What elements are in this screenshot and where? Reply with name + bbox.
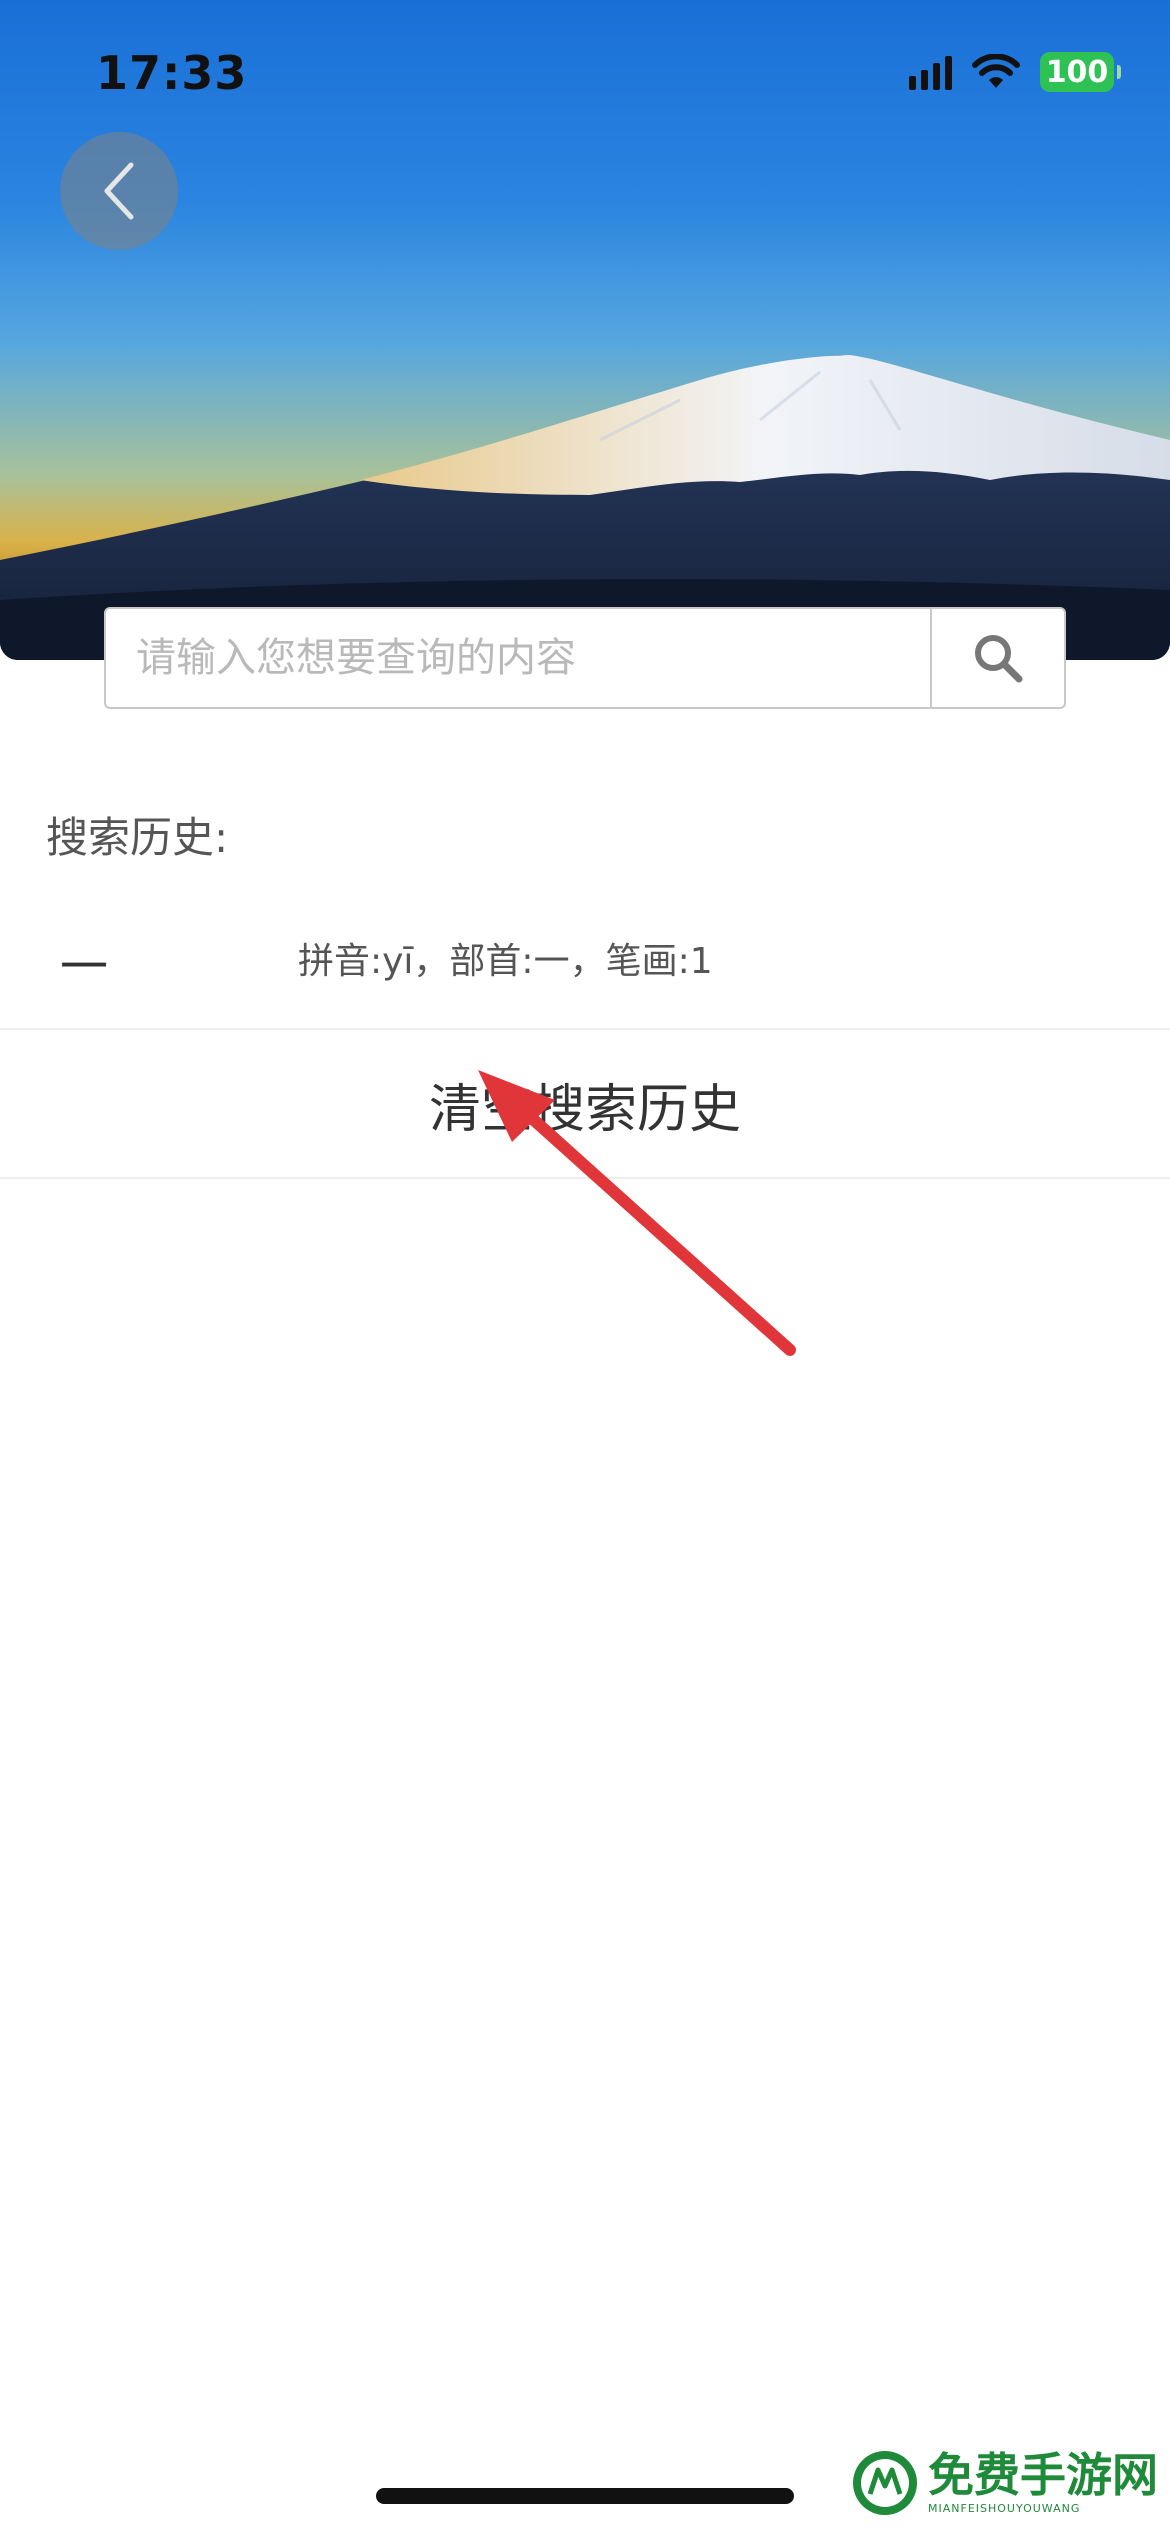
history-item[interactable]: 一 拼音:yī，部首:一，笔画:1 — [0, 905, 1170, 1030]
battery-icon: 100 — [1040, 52, 1121, 92]
search-icon — [975, 635, 1023, 683]
signal-icon — [909, 54, 952, 90]
back-button[interactable] — [60, 132, 178, 250]
watermark-subtitle: MIANFEISHOUYOUWANG — [928, 2501, 1081, 2515]
watermark-logo-icon — [853, 2451, 917, 2515]
search-button[interactable] — [930, 609, 1064, 707]
status-time: 17:33 — [96, 46, 248, 100]
wifi-icon — [972, 54, 1020, 88]
home-indicator — [376, 2488, 794, 2504]
clear-history-button[interactable]: 清空搜索历史 — [0, 1031, 1170, 1179]
status-bar: 17:33 100 — [0, 0, 1170, 150]
watermark-title: 免费手游网 — [928, 2447, 1158, 2502]
search-input[interactable] — [106, 609, 930, 707]
watermark: 免费手游网 MIANFEISHOUYOUWANG — [850, 2448, 1158, 2518]
search-bar — [104, 607, 1066, 709]
status-icons: 100 — [909, 52, 1121, 92]
history-item-char: 一 — [60, 939, 109, 995]
history-item-detail: 拼音:yī，部首:一，笔画:1 — [298, 941, 713, 982]
search-history-heading: 搜索历史: — [46, 813, 229, 862]
back-chevron-icon — [104, 162, 134, 220]
